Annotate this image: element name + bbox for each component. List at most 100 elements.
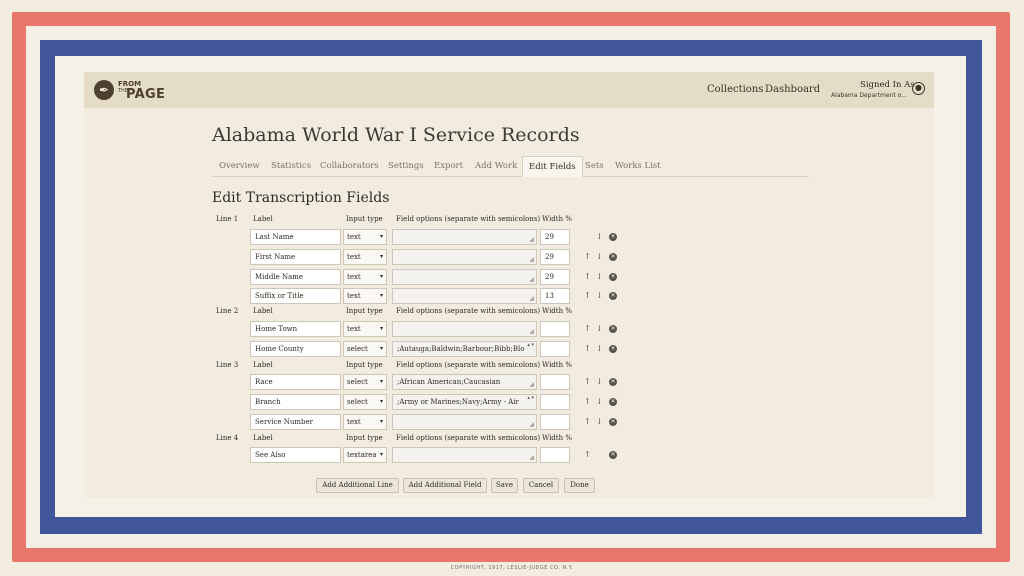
remove-field-icon[interactable]: ✕	[609, 451, 617, 459]
field-label-input[interactable]: Service Number	[250, 414, 341, 430]
width-percent-input[interactable]	[540, 394, 570, 410]
resize-grip-icon: ◢	[529, 328, 534, 335]
user-icon[interactable]: ●	[912, 82, 925, 95]
save-button[interactable]: Save	[491, 478, 518, 493]
input-type-select[interactable]: text ▾	[343, 249, 387, 265]
col-header-field-options: Field options (separate with semicolons)	[396, 434, 541, 442]
field-label-input[interactable]: Race	[250, 374, 341, 390]
field-label-input[interactable]: Branch	[250, 394, 341, 410]
width-percent-input[interactable]: 29	[540, 229, 570, 245]
arrow-up-icon[interactable]: ↑	[584, 344, 591, 354]
arrow-up-icon[interactable]: ↑	[584, 450, 591, 460]
remove-field-icon[interactable]: ✕	[609, 398, 617, 406]
input-type-select[interactable]: text ▾	[343, 321, 387, 337]
input-type-select[interactable]: select ▾	[343, 394, 387, 410]
remove-field-icon[interactable]: ✕	[609, 292, 617, 300]
signed-in-org[interactable]: Alabama Department o...	[831, 92, 907, 99]
field-label-input[interactable]: Home Town	[250, 321, 341, 337]
tab-edit-fields[interactable]: Edit Fields	[522, 156, 583, 177]
fromthepage-logo[interactable]: ✒ FROM THE PAGE	[94, 77, 165, 103]
field-options-textarea[interactable]: ◢	[392, 288, 537, 304]
field-options-textarea[interactable]: ◢	[392, 249, 537, 265]
arrow-up-icon[interactable]: ↑	[584, 291, 591, 301]
width-percent-input[interactable]	[540, 374, 570, 390]
input-type-select[interactable]: select ▾	[343, 374, 387, 390]
field-label-input[interactable]: Middle Name	[250, 269, 341, 285]
arrow-up-icon[interactable]: ↑	[584, 377, 591, 387]
width-percent-input[interactable]	[540, 321, 570, 337]
input-type-select[interactable]: select ▾	[343, 341, 387, 357]
arrow-down-icon[interactable]: ↓	[596, 344, 603, 354]
col-header-input-type: Input type	[346, 361, 383, 369]
arrow-down-icon[interactable]: ↓	[596, 324, 603, 334]
input-type-select[interactable]: text ▾	[343, 269, 387, 285]
tab-statistics[interactable]: Statistics	[271, 156, 311, 176]
width-percent-input[interactable]: 29	[540, 269, 570, 285]
add-field-button[interactable]: Add Additional Field	[403, 478, 487, 493]
field-options-textarea[interactable]: ◢	[392, 321, 537, 337]
field-options-textarea[interactable]: ;African American;Caucasian ◢	[392, 374, 537, 390]
field-label-input[interactable]: Suffix or Title	[250, 288, 341, 304]
col-header-width: Width %	[542, 307, 572, 315]
field-options-textarea[interactable]: ◢	[392, 269, 537, 285]
input-type-select[interactable]: text ▾	[343, 229, 387, 245]
remove-field-icon[interactable]: ✕	[609, 378, 617, 386]
field-options-textarea[interactable]: ;Army or Marines;Navy;Army - Air ▴ ▾	[392, 394, 537, 410]
tab-works-list[interactable]: Works List	[615, 156, 661, 176]
cancel-button[interactable]: Cancel	[523, 478, 559, 493]
field-label-input[interactable]: See Also	[250, 447, 341, 463]
resize-grip-icon: ◢	[529, 276, 534, 283]
add-line-button[interactable]: Add Additional Line	[316, 478, 399, 493]
input-type-select[interactable]: text ▾	[343, 414, 387, 430]
width-percent-input[interactable]	[540, 341, 570, 357]
input-type-select[interactable]: text ▾	[343, 288, 387, 304]
arrow-down-icon[interactable]: ↓	[596, 272, 603, 282]
nav-dashboard[interactable]: Dashboard	[765, 84, 820, 95]
arrow-down-icon[interactable]: ↓	[596, 417, 603, 427]
arrow-down-icon[interactable]: ↓	[596, 377, 603, 387]
width-percent-input[interactable]	[540, 414, 570, 430]
remove-field-icon[interactable]: ✕	[609, 233, 617, 241]
tab-add-work[interactable]: Add Work	[475, 156, 517, 176]
done-button[interactable]: Done	[564, 478, 595, 493]
remove-field-icon[interactable]: ✕	[609, 418, 617, 426]
field-label-input[interactable]: Last Name	[250, 229, 341, 245]
remove-field-icon[interactable]: ✕	[609, 345, 617, 353]
tab-settings[interactable]: Settings	[388, 156, 424, 176]
tab-collaborators[interactable]: Collaborators	[320, 156, 379, 176]
field-options-textarea[interactable]: ◢	[392, 229, 537, 245]
field-options-value: ;Army or Marines;Navy;Army - Air	[397, 398, 519, 406]
remove-field-icon[interactable]: ✕	[609, 325, 617, 333]
tab-overview[interactable]: Overview	[219, 156, 260, 176]
nav-collections[interactable]: Collections	[707, 84, 763, 95]
tab-sets[interactable]: Sets	[585, 156, 604, 176]
width-percent-input[interactable]	[540, 447, 570, 463]
field-options-textarea[interactable]: ◢	[392, 414, 537, 430]
arrow-down-icon[interactable]: ↓	[596, 252, 603, 262]
arrow-down-icon[interactable]: ↓	[596, 291, 603, 301]
col-header-label: Label	[253, 434, 273, 442]
width-percent-input[interactable]: 13	[540, 288, 570, 304]
arrow-up-icon[interactable]: ↑	[584, 324, 591, 334]
remove-field-icon[interactable]: ✕	[609, 273, 617, 281]
field-options-textarea[interactable]: ◢	[392, 447, 537, 463]
page-title: Alabama World War I Service Records	[212, 124, 580, 146]
width-percent-input[interactable]: 29	[540, 249, 570, 265]
input-type-value: text	[347, 253, 361, 261]
input-type-value: select	[347, 398, 368, 406]
arrow-down-icon[interactable]: ↓	[596, 232, 603, 242]
arrow-up-icon[interactable]: ↑	[584, 272, 591, 282]
field-label-input[interactable]: Home County	[250, 341, 341, 357]
input-type-select[interactable]: textarea ▾	[343, 447, 387, 463]
field-label-input[interactable]: First Name	[250, 249, 341, 265]
arrow-up-icon[interactable]: ↑	[584, 252, 591, 262]
tab-export[interactable]: Export	[434, 156, 463, 176]
arrow-up-icon[interactable]: ↑	[584, 417, 591, 427]
arrow-up-icon[interactable]: ↑	[584, 397, 591, 407]
chevron-down-icon: ▾	[379, 398, 383, 405]
chevron-down-icon: ▾	[379, 273, 383, 280]
col-header-field-options: Field options (separate with semicolons)	[396, 307, 541, 315]
arrow-down-icon[interactable]: ↓	[596, 397, 603, 407]
remove-field-icon[interactable]: ✕	[609, 253, 617, 261]
field-options-textarea[interactable]: ;Autauga;Baldwin;Barbour;Bibb;Blo ▴ ▾	[392, 341, 537, 357]
